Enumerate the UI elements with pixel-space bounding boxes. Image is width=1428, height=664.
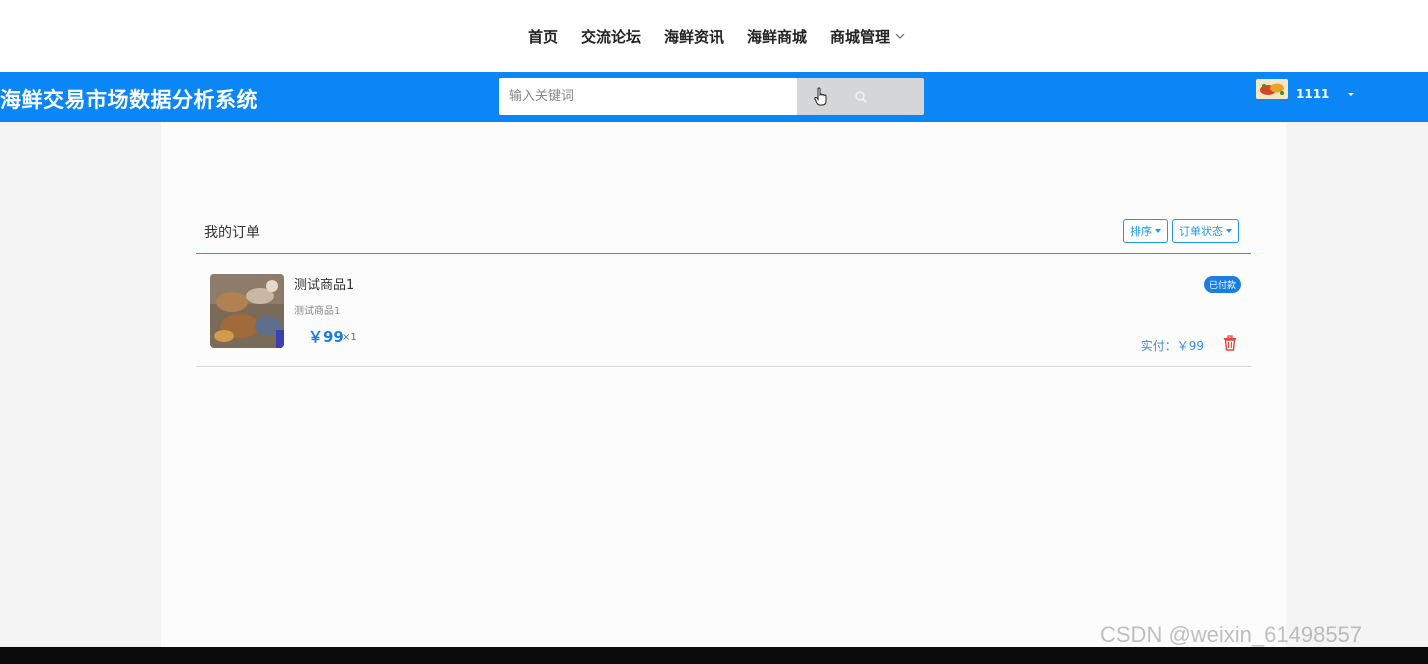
product-image[interactable] bbox=[210, 274, 284, 348]
product-name[interactable]: 测试商品1 bbox=[294, 274, 354, 293]
username: 1111 bbox=[1296, 87, 1330, 101]
nav-item-label: 海鲜资讯 bbox=[663, 27, 724, 46]
caret-down-icon bbox=[1348, 93, 1355, 96]
paid-total: 实付：￥99 bbox=[1140, 339, 1204, 353]
user-menu[interactable]: 1111 bbox=[1256, 77, 1355, 101]
site-title: 海鲜交易市场数据分析系统 bbox=[0, 88, 258, 112]
header-bar: 海鲜交易市场数据分析系统 1111 bbox=[0, 72, 1428, 122]
page-title: 我的订单 bbox=[204, 225, 260, 241]
search-button[interactable] bbox=[797, 78, 924, 115]
orders-header: 我的订单 排序 订单状态 bbox=[196, 219, 1251, 254]
avatar bbox=[1256, 79, 1288, 99]
order-status-dropdown[interactable]: 订单状态 bbox=[1172, 219, 1239, 243]
order-item: 测试商品1 测试商品1 ￥99 ×1 已付款 实付：￥99 bbox=[196, 255, 1251, 367]
nav-item-label: 首页 bbox=[527, 27, 558, 46]
bottom-bar bbox=[0, 647, 1428, 664]
product-price: ￥99 bbox=[308, 328, 344, 346]
product-quantity: ×1 bbox=[342, 332, 357, 343]
nav-item-label: 海鲜商城 bbox=[747, 27, 808, 46]
top-navigation: 首页 交流论坛 海鲜资讯 海鲜商城 商城管理 bbox=[0, 0, 1428, 72]
chevron-down-icon bbox=[895, 33, 905, 39]
nav-item-shop[interactable]: 海鲜商城 bbox=[747, 26, 807, 47]
search-input[interactable] bbox=[499, 78, 797, 115]
caret-down-icon bbox=[1155, 229, 1161, 233]
status-badge: 已付款 bbox=[1203, 276, 1241, 293]
avatar-image bbox=[1256, 79, 1288, 99]
nav-item-shop-management[interactable]: 商城管理 bbox=[830, 26, 906, 47]
search-icon bbox=[854, 90, 867, 103]
nav-item-home[interactable]: 首页 bbox=[528, 26, 558, 47]
nav-item-label: 交流论坛 bbox=[580, 27, 641, 46]
product-photo bbox=[210, 274, 284, 348]
trash-icon[interactable] bbox=[1223, 335, 1237, 351]
search-box bbox=[499, 78, 924, 115]
main-content: 我的订单 排序 订单状态 测试商品1 测试商品1 ￥99 ×1 已付款 实付：￥… bbox=[161, 122, 1286, 648]
sort-dropdown[interactable]: 排序 bbox=[1123, 219, 1168, 243]
hand-cursor-icon bbox=[814, 87, 827, 106]
nav-item-label: 商城管理 bbox=[830, 27, 891, 46]
watermark: CSDN @weixin_61498557 bbox=[1100, 622, 1363, 647]
nav-item-news[interactable]: 海鲜资讯 bbox=[664, 26, 724, 47]
nav-item-forum[interactable]: 交流论坛 bbox=[581, 26, 641, 47]
filter-buttons: 排序 订单状态 bbox=[1123, 219, 1239, 243]
order-status-label: 订单状态 bbox=[1179, 225, 1223, 238]
product-subtitle: 测试商品1 bbox=[294, 306, 341, 317]
caret-down-icon bbox=[1226, 229, 1232, 233]
nav-list: 首页 交流论坛 海鲜资讯 海鲜商城 商城管理 bbox=[528, 26, 906, 47]
sort-label: 排序 bbox=[1130, 225, 1152, 238]
